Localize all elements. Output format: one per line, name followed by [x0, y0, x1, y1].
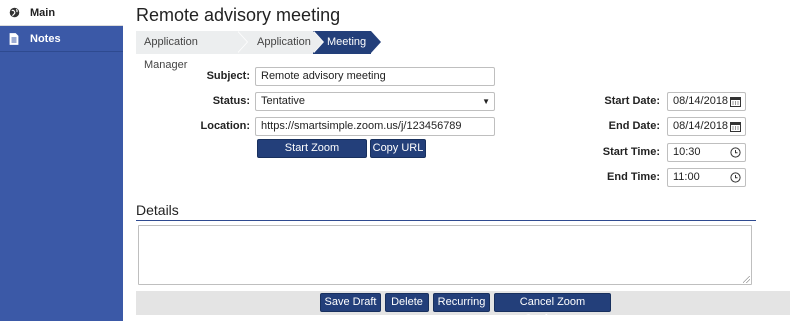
- breadcrumb: Application Manager Application Meeting: [136, 31, 381, 71]
- breadcrumb-label: Application Manager: [144, 36, 198, 71]
- end-date-input[interactable]: 08/14/2018: [667, 117, 746, 136]
- delete-button[interactable]: Delete: [385, 293, 429, 312]
- cancel-zoom-conference-button[interactable]: Cancel Zoom Conference: [494, 293, 611, 321]
- end-time-value: 11:00: [673, 171, 700, 183]
- calendar-icon[interactable]: [730, 121, 741, 132]
- status-label: Status:: [212, 95, 250, 107]
- clock-icon[interactable]: [730, 172, 741, 183]
- status-select[interactable]: Tentative ▼: [255, 92, 495, 111]
- save-draft-button[interactable]: Save Draft: [320, 293, 381, 312]
- end-date-value: 08/14/2018: [673, 120, 729, 132]
- start-time-input[interactable]: 10:30: [667, 143, 746, 162]
- end-date-label: End Date:: [608, 120, 660, 132]
- start-zoom-conference-button[interactable]: Start Zoom Conference: [257, 139, 367, 171]
- resize-grip-icon[interactable]: [743, 276, 750, 283]
- breadcrumb-label: Meeting: [327, 36, 367, 48]
- start-date-input[interactable]: 08/14/2018: [667, 92, 746, 111]
- subject-label: Subject:: [206, 70, 250, 82]
- sidebar-item-label: Notes: [30, 32, 61, 45]
- end-time-input[interactable]: 11:00: [667, 168, 746, 187]
- sidebar: Main Notes: [0, 0, 123, 321]
- start-time-label: Start Time:: [602, 146, 660, 158]
- start-time-value: 10:30: [673, 146, 701, 158]
- end-time-label: End Time:: [607, 171, 660, 183]
- page-title: Remote advisory meeting: [136, 5, 341, 25]
- clock-icon[interactable]: [730, 147, 741, 158]
- document-icon: [8, 32, 20, 45]
- breadcrumb-application[interactable]: Application: [237, 31, 324, 54]
- location-label: Location:: [200, 120, 251, 132]
- location-input[interactable]: https://smartsimple.zoom.us/j/123456789: [255, 117, 495, 136]
- breadcrumb-label: Application: [257, 36, 311, 48]
- details-heading: Details: [136, 202, 179, 218]
- start-date-label: Start Date:: [604, 95, 660, 107]
- sidebar-item-label: Main: [30, 6, 56, 19]
- details-textarea[interactable]: [138, 225, 752, 285]
- status-value: Tentative: [261, 95, 306, 107]
- chevron-down-icon: ▼: [482, 97, 490, 106]
- sidebar-item-notes[interactable]: Notes: [0, 26, 123, 52]
- details-divider: [136, 220, 756, 221]
- start-date-value: 08/14/2018: [673, 95, 729, 107]
- recurring-button[interactable]: Recurring: [433, 293, 490, 312]
- globe-icon: [8, 7, 20, 19]
- subject-input[interactable]: Remote advisory meeting: [255, 67, 495, 86]
- calendar-icon[interactable]: [730, 96, 741, 107]
- sidebar-item-main[interactable]: Main: [0, 0, 123, 26]
- breadcrumb-application-manager[interactable]: Application Manager: [136, 31, 248, 71]
- copy-url-button[interactable]: Copy URL: [370, 139, 426, 158]
